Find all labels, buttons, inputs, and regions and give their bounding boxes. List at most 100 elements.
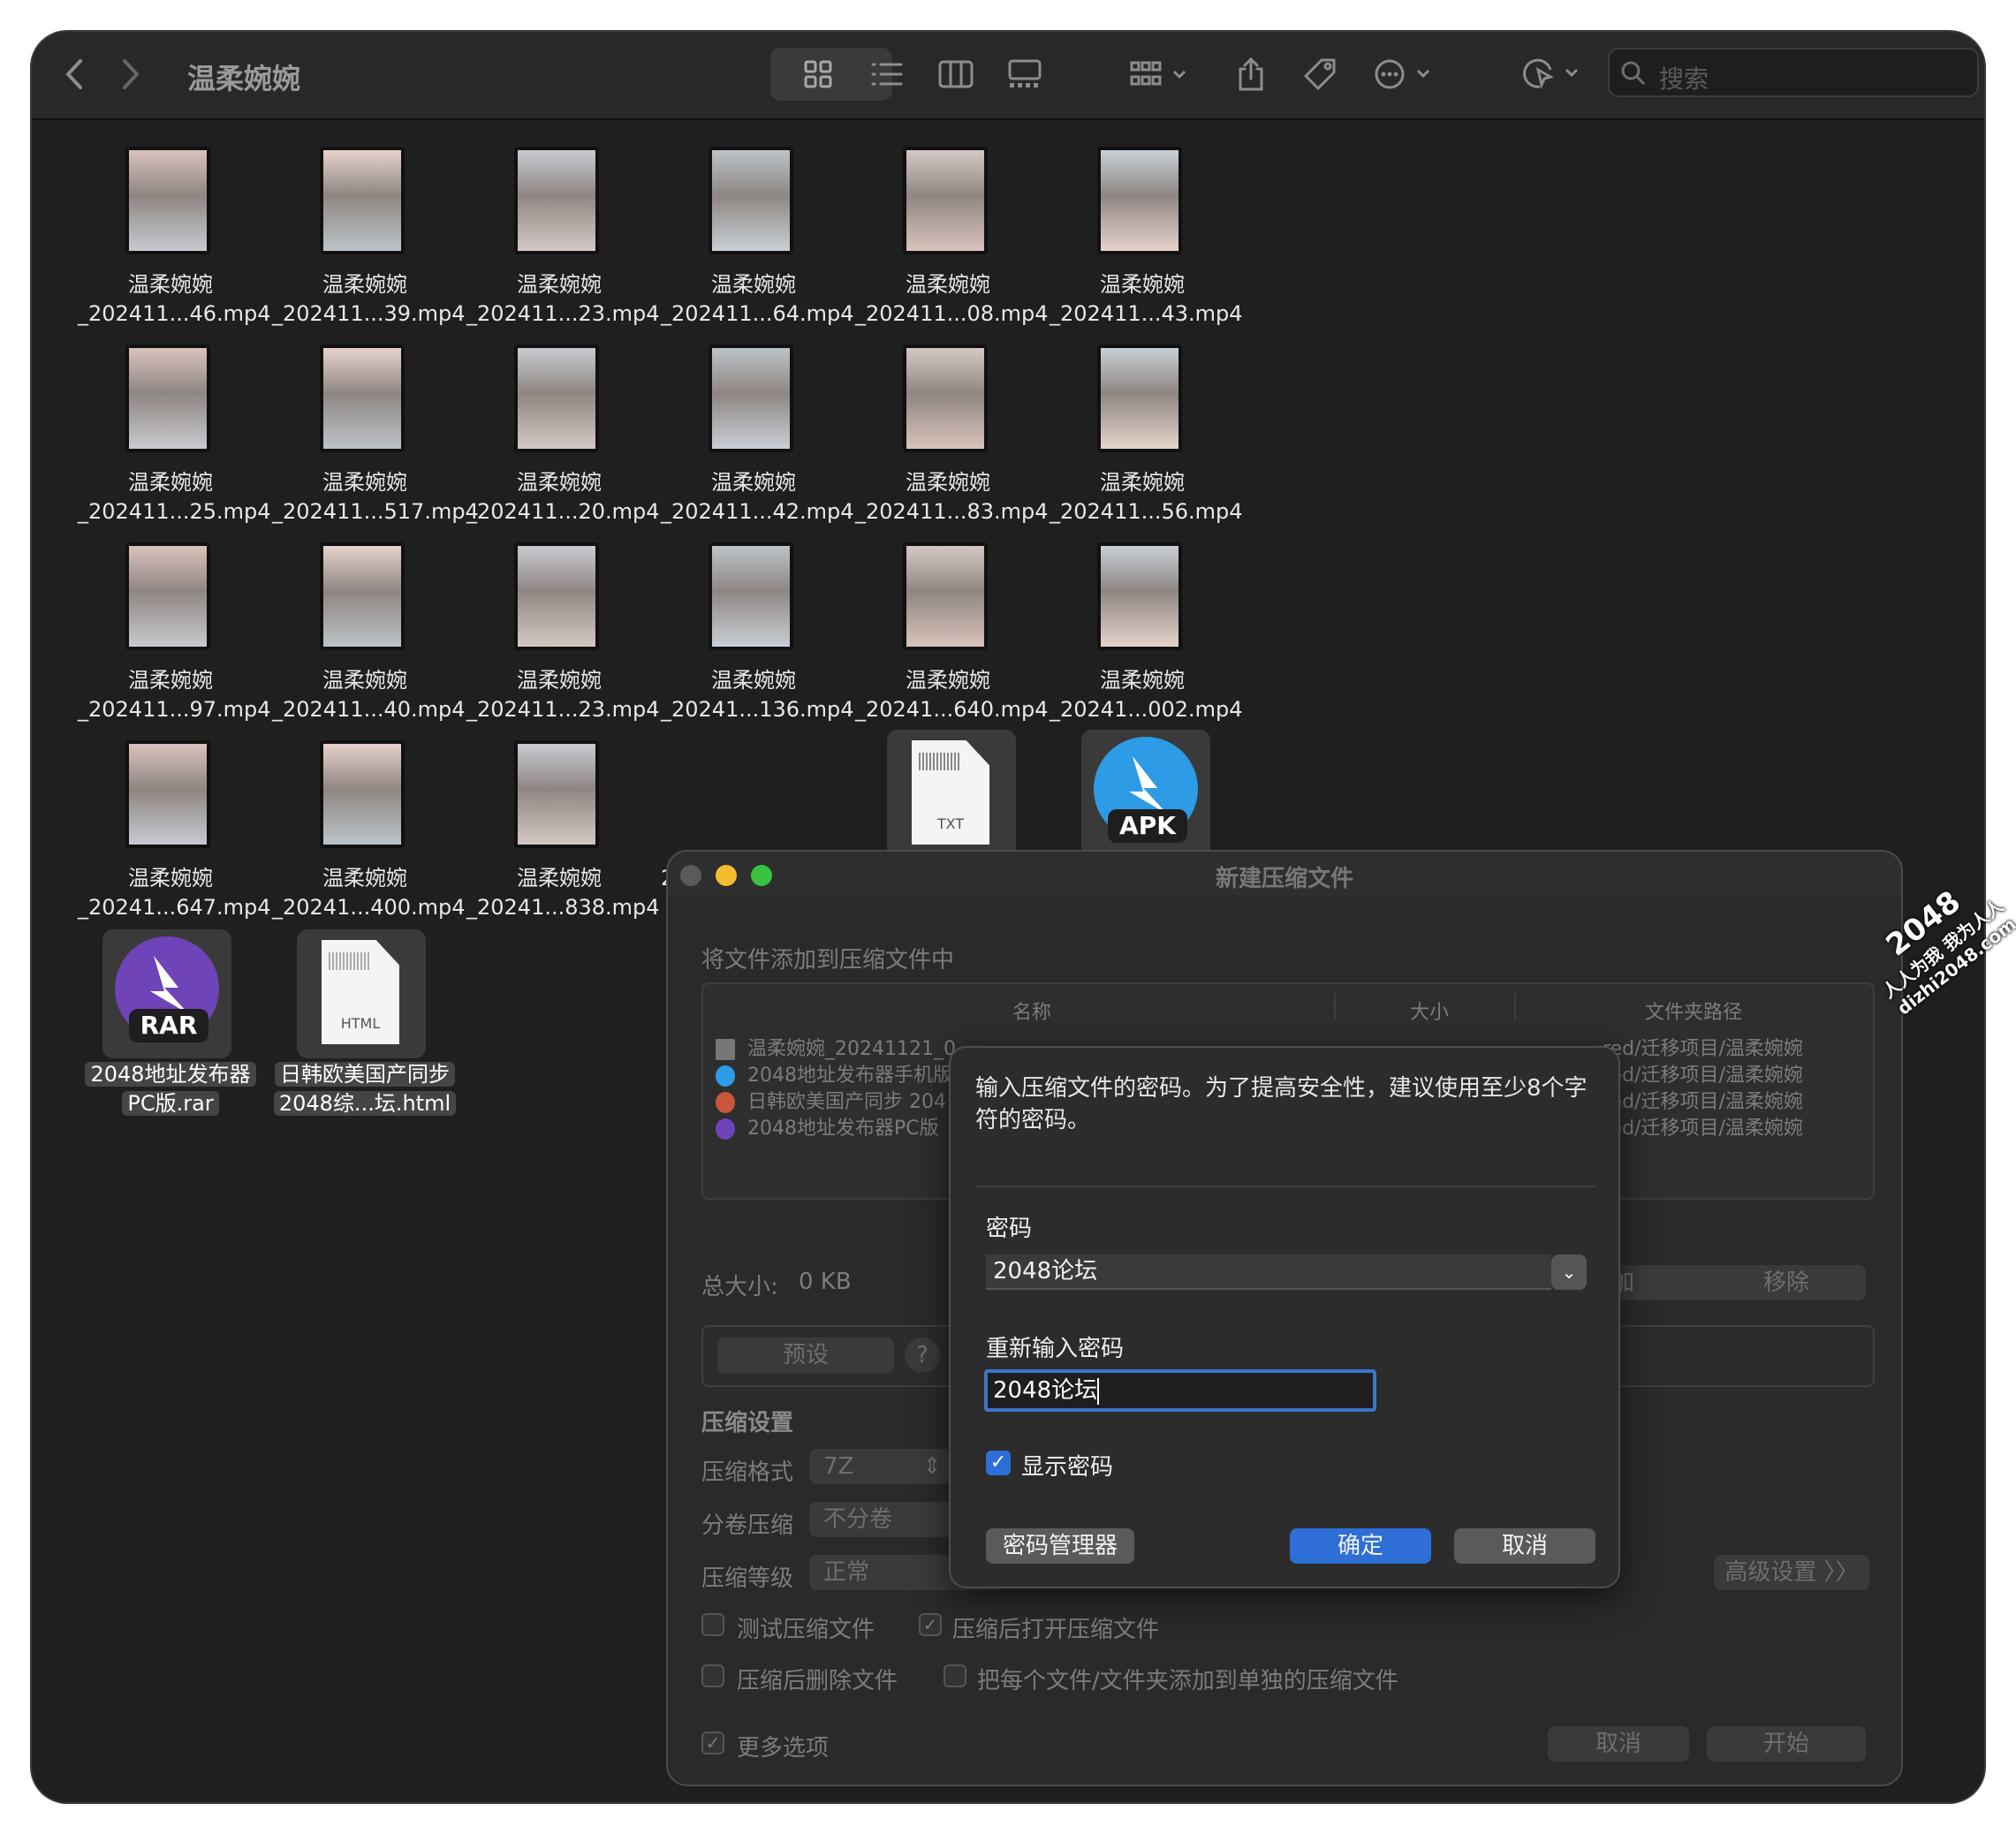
- video-thumbnail: [320, 147, 405, 254]
- video-file[interactable]: 温柔婉婉 _202411...20.mp4: [466, 345, 660, 530]
- video-file[interactable]: 温柔婉婉 _202411...64.mp4: [661, 147, 854, 332]
- more-options-checkbox[interactable]: ✓: [701, 1732, 724, 1754]
- icon-view-button[interactable]: [792, 48, 845, 101]
- video-thumbnail: [709, 345, 793, 452]
- col-path: 文件夹路径: [1645, 1002, 1743, 1024]
- delete-after-label: 压缩后删除文件: [737, 1668, 898, 1694]
- more-options-label: 更多选项: [737, 1735, 830, 1762]
- archive-cancel-button[interactable]: 取消: [1548, 1726, 1689, 1762]
- password-combo[interactable]: 2048论坛: [986, 1254, 1551, 1290]
- delete-after-checkbox[interactable]: [701, 1664, 724, 1687]
- file-name: 温柔婉婉 _202411...08.mp4: [855, 272, 1049, 326]
- video-file[interactable]: 温柔婉婉 _202411...42.mp4: [661, 345, 854, 530]
- video-file[interactable]: 温柔婉婉 _202411...43.mp4: [1050, 147, 1243, 332]
- file-name: 温柔婉婉 _202411...40.mp4: [272, 668, 466, 722]
- video-file[interactable]: 温柔婉婉 _202411...46.mp4: [78, 147, 271, 332]
- tag-icon: [1304, 58, 1336, 90]
- open-after-checkbox[interactable]: ✓: [919, 1613, 942, 1636]
- video-file[interactable]: 温柔婉婉 _202411...25.mp4: [78, 345, 271, 530]
- file-name: 温柔婉婉 _202411...43.mp4: [1050, 272, 1243, 326]
- password-dialog: 输入压缩文件的密码。为了提高安全性，建议使用至少8个字符的密码。 密码 2048…: [949, 1046, 1620, 1588]
- video-file[interactable]: 温柔婉婉 _202411...39.mp4: [272, 147, 466, 332]
- video-thumbnail: [1097, 345, 1182, 452]
- row-path: red/迁移项目/温柔婉婉: [1603, 1118, 1803, 1140]
- format-select[interactable]: 7Z ⇕: [809, 1449, 951, 1484]
- video-thumbnail: [903, 345, 988, 452]
- chevron-down-icon[interactable]: ⌄: [1551, 1254, 1587, 1290]
- share-button[interactable]: [1226, 48, 1276, 101]
- file-name: 温柔婉婉 _202411...46.mp4: [78, 272, 271, 326]
- tag-button[interactable]: [1295, 48, 1345, 101]
- video-file[interactable]: 温柔婉婉 _202411...23.mp4: [466, 147, 660, 332]
- video-thumbnail: [1097, 147, 1182, 254]
- html-file[interactable]: HTML 日韩欧美国产同步 2048综...坛.html: [272, 929, 458, 1116]
- rar-file[interactable]: RAR 2048地址发布器 PC版.rar: [78, 929, 263, 1116]
- start-button[interactable]: 开始: [1707, 1726, 1866, 1762]
- action-button[interactable]: [1516, 48, 1590, 101]
- show-password-checkbox[interactable]: ✓: [986, 1451, 1011, 1475]
- chevron-left-icon: [65, 59, 82, 89]
- search-placeholder: 搜索: [1659, 64, 1709, 94]
- video-file[interactable]: 温柔婉婉 _202411...23.mp4: [466, 542, 660, 728]
- apk-label: APK: [1108, 809, 1187, 843]
- video-file[interactable]: 温柔婉婉 _20241...002.mp4: [1050, 542, 1243, 728]
- open-after-label: 压缩后打开压缩文件: [952, 1617, 1160, 1643]
- video-file[interactable]: 温柔婉婉 _202411...40.mp4: [272, 542, 466, 728]
- video-file[interactable]: 温柔婉婉 _202411...517.mp4: [272, 345, 479, 530]
- gallery-view-button[interactable]: [998, 48, 1051, 101]
- format-label: 压缩格式: [701, 1459, 794, 1486]
- preset-button[interactable]: 预设: [717, 1338, 894, 1373]
- search-field[interactable]: 搜索: [1608, 48, 1979, 97]
- group-icon: [1130, 61, 1186, 86]
- ok-button[interactable]: 确定: [1290, 1528, 1431, 1564]
- file-name: 温柔婉婉 _202411...517.mp4: [272, 470, 479, 524]
- cancel-button[interactable]: 取消: [1454, 1528, 1595, 1564]
- video-thumbnail: [320, 542, 405, 650]
- video-file[interactable]: 温柔婉婉 _202411...97.mp4: [78, 542, 271, 728]
- file-name: 温柔婉婉 _20241...136.mp4: [661, 668, 854, 722]
- rar-file-icon: RAR: [102, 929, 231, 1058]
- reenter-password-input[interactable]: 2048论坛: [984, 1369, 1376, 1412]
- separate-checkbox[interactable]: [944, 1664, 966, 1687]
- video-thumbnail: [514, 345, 599, 452]
- password-label: 密码: [986, 1216, 1033, 1242]
- html-label: HTML: [340, 1015, 381, 1032]
- video-thumbnail: [514, 740, 599, 848]
- video-file[interactable]: 温柔婉婉 _202411...08.mp4: [855, 147, 1049, 332]
- video-thumbnail: [125, 147, 210, 254]
- row-file-icon: [716, 1092, 735, 1113]
- row-file-icon: [716, 1065, 735, 1087]
- remove-button[interactable]: 移除: [1707, 1265, 1866, 1300]
- video-file[interactable]: 温柔婉婉 _202411...83.mp4: [855, 345, 1049, 530]
- toolbar: 温柔婉婉 搜索: [32, 32, 1984, 120]
- more-button[interactable]: [1368, 48, 1442, 101]
- rar-label: RAR: [129, 1009, 208, 1042]
- back-button[interactable]: [49, 48, 99, 101]
- columns-icon: [938, 60, 974, 88]
- help-button[interactable]: ?: [905, 1338, 940, 1373]
- level-label: 压缩等级: [701, 1565, 794, 1592]
- password-manager-button[interactable]: 密码管理器: [986, 1528, 1134, 1564]
- video-file[interactable]: 温柔婉婉 _20241...640.mp4: [855, 542, 1049, 728]
- video-file[interactable]: 温柔婉婉 _20241...400.mp4: [272, 740, 466, 926]
- split-label: 分卷压缩: [701, 1512, 794, 1539]
- row-file-icon: [716, 1118, 735, 1140]
- test-archive-checkbox[interactable]: [701, 1613, 724, 1636]
- video-thumbnail: [125, 542, 210, 650]
- video-file[interactable]: 温柔婉婉 _20241...136.mp4: [661, 542, 854, 728]
- file-name: 温柔婉婉 _20241...838.mp4: [466, 866, 660, 920]
- gallery-icon: [1008, 59, 1042, 87]
- forward-button[interactable]: [106, 48, 155, 101]
- video-file[interactable]: 温柔婉婉 _20241...838.mp4: [466, 740, 660, 926]
- file-name: 温柔婉婉 _202411...64.mp4: [661, 272, 854, 326]
- advanced-button[interactable]: 高级设置 〉〉: [1714, 1555, 1869, 1590]
- share-icon: [1239, 57, 1263, 91]
- column-view-button[interactable]: [929, 48, 982, 101]
- video-file[interactable]: 温柔婉婉 _20241...647.mp4: [78, 740, 271, 926]
- video-thumbnail: [709, 147, 793, 254]
- video-thumbnail: [125, 345, 210, 452]
- list-view-button[interactable]: [860, 48, 913, 101]
- group-button[interactable]: [1122, 48, 1196, 101]
- more-icon: [1375, 59, 1430, 89]
- video-file[interactable]: 温柔婉婉 _202411...56.mp4: [1050, 345, 1243, 530]
